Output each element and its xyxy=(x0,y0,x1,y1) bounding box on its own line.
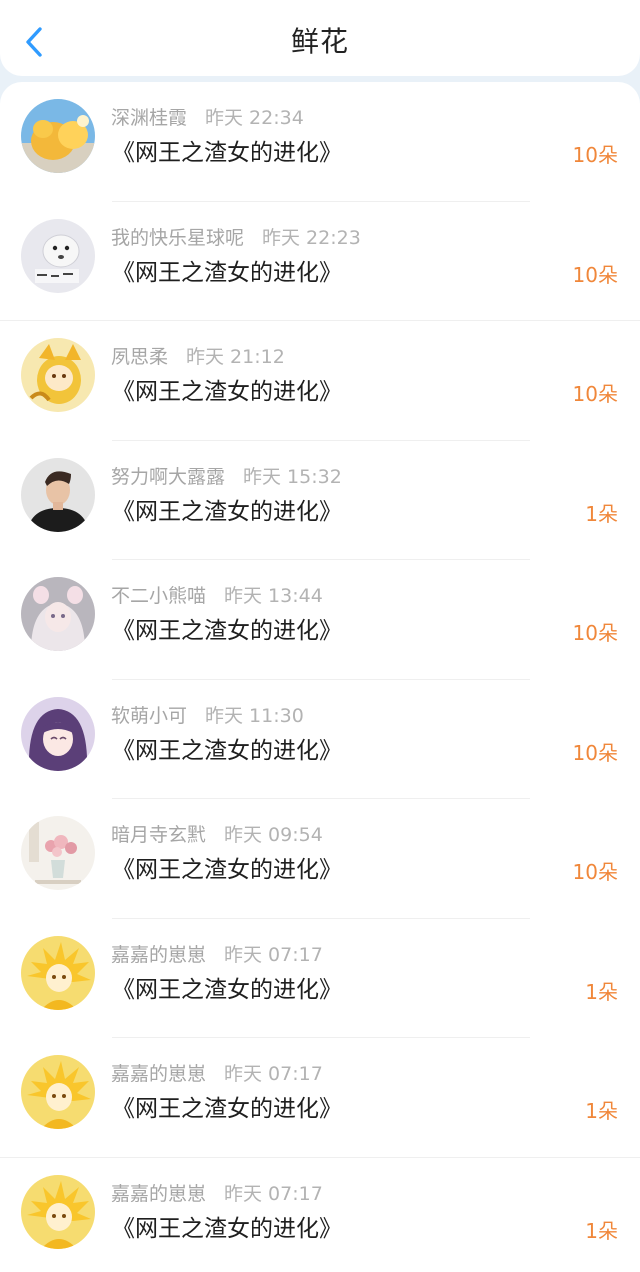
username[interactable]: 夙思柔 xyxy=(111,346,168,368)
avatar[interactable] xyxy=(21,338,95,412)
flower-count: 1朵 xyxy=(585,501,618,526)
flower-count: 10朵 xyxy=(572,382,618,406)
list-item[interactable]: 努力啊大露露 昨天 15:32 《网王之渣女的进化》 1朵 xyxy=(0,441,640,560)
book-title-link[interactable]: 《网王之渣女的进化》 xyxy=(112,136,342,170)
avatar[interactable] xyxy=(21,218,95,293)
username[interactable]: 嘉嘉的崽崽 xyxy=(111,1063,206,1085)
avatar[interactable] xyxy=(21,1174,95,1249)
username[interactable]: 努力啊大露露 xyxy=(111,466,225,488)
username[interactable]: 嘉嘉的崽崽 xyxy=(111,944,206,966)
flower-count: 10朵 xyxy=(572,621,618,645)
book-title-link[interactable]: 《网王之渣女的进化》 xyxy=(112,734,342,768)
timestamp: 昨天 21:12 xyxy=(186,346,285,368)
avatar[interactable] xyxy=(21,1055,95,1129)
username[interactable]: 深渊桂霞 xyxy=(111,107,187,129)
flower-count: 1朵 xyxy=(585,1099,618,1123)
timestamp: 昨天 11:30 xyxy=(205,704,304,727)
book-title-link[interactable]: 《网王之渣女的进化》 xyxy=(112,853,342,887)
avatar[interactable] xyxy=(21,696,95,771)
book-title-link[interactable]: 《网王之渣女的进化》 xyxy=(112,973,342,1007)
book-title-link[interactable]: 《网王之渣女的进化》 xyxy=(112,1212,342,1246)
username[interactable]: 暗月寺玄黓 xyxy=(111,824,206,846)
username[interactable]: 我的快乐星球呢 xyxy=(111,227,244,249)
list-item[interactable]: 嘉嘉的崽崽 昨天 07:17 《网王之渣女的进化》 1朵 xyxy=(0,919,640,1038)
list-item[interactable]: 暗月寺玄黓 昨天 09:54 《网王之渣女的进化》 10朵 xyxy=(0,799,640,919)
username[interactable]: 软萌小可 xyxy=(111,705,187,727)
list-item[interactable]: 深渊桂霞 昨天 22:34 《网王之渣女的进化》 10朵 xyxy=(0,82,640,202)
list-item[interactable]: 我的快乐星球呢 昨天 22:23 《网王之渣女的进化》 10朵 xyxy=(0,202,640,321)
timestamp: 昨天 15:32 xyxy=(243,465,342,488)
avatar[interactable] xyxy=(21,816,95,890)
entry-meta: 不二小熊喵 昨天 13:44 xyxy=(111,582,323,610)
entry-meta: 深渊桂霞 昨天 22:34 xyxy=(111,104,304,132)
timestamp: 昨天 09:54 xyxy=(224,824,323,846)
flower-count: 10朵 xyxy=(572,143,618,167)
timestamp: 昨天 22:34 xyxy=(205,107,304,129)
avatar[interactable] xyxy=(21,577,95,651)
book-title-link[interactable]: 《网王之渣女的进化》 xyxy=(112,495,342,529)
entry-meta: 嘉嘉的崽崽 昨天 07:17 xyxy=(111,1180,323,1208)
list-item[interactable]: 嘉嘉的崽崽 昨天 07:17 《网王之渣女的进化》 1朵 xyxy=(0,1158,640,1272)
timestamp: 昨天 13:44 xyxy=(224,585,323,607)
avatar[interactable] xyxy=(21,935,95,1010)
book-title-link[interactable]: 《网王之渣女的进化》 xyxy=(112,256,342,290)
flower-count: 1朵 xyxy=(585,1218,618,1243)
timestamp: 昨天 07:17 xyxy=(224,1182,323,1205)
username[interactable]: 嘉嘉的崽崽 xyxy=(111,1183,206,1205)
page-title: 鲜花 xyxy=(290,25,349,58)
list-item[interactable]: 夙思柔 昨天 21:12 《网王之渣女的进化》 10朵 xyxy=(0,321,640,441)
entry-meta: 暗月寺玄黓 昨天 09:54 xyxy=(111,821,323,849)
timestamp: 昨天 07:17 xyxy=(224,1063,323,1085)
entry-meta: 嘉嘉的崽崽 昨天 07:17 xyxy=(111,941,323,969)
list-item[interactable]: 软萌小可 昨天 11:30 《网王之渣女的进化》 10朵 xyxy=(0,680,640,799)
book-title-link[interactable]: 《网王之渣女的进化》 xyxy=(112,375,342,409)
avatar[interactable] xyxy=(21,457,95,532)
book-title-link[interactable]: 《网王之渣女的进化》 xyxy=(112,614,342,648)
entry-meta: 努力啊大露露 昨天 15:32 xyxy=(111,463,342,491)
username[interactable]: 不二小熊喵 xyxy=(111,585,206,607)
avatar[interactable] xyxy=(21,99,95,173)
entry-meta: 我的快乐星球呢 昨天 22:23 xyxy=(111,224,361,252)
flower-count: 1朵 xyxy=(585,979,618,1004)
top-bar: 鲜花 xyxy=(0,0,640,76)
flower-count: 10朵 xyxy=(572,740,618,765)
flower-count: 10朵 xyxy=(572,860,618,884)
entry-meta: 软萌小可 昨天 11:30 xyxy=(111,702,304,730)
book-title-link[interactable]: 《网王之渣女的进化》 xyxy=(112,1092,342,1126)
timestamp: 昨天 07:17 xyxy=(224,943,323,966)
list-item[interactable]: 嘉嘉的崽崽 昨天 07:17 《网王之渣女的进化》 1朵 xyxy=(0,1038,640,1158)
list-item[interactable]: 不二小熊喵 昨天 13:44 《网王之渣女的进化》 10朵 xyxy=(0,560,640,680)
entry-meta: 夙思柔 昨天 21:12 xyxy=(111,343,285,371)
timestamp: 昨天 22:23 xyxy=(262,226,361,249)
flower-count: 10朵 xyxy=(572,262,618,287)
flower-gift-list: 深渊桂霞 昨天 22:34 《网王之渣女的进化》 10朵 我的快乐星球呢 昨天 22… xyxy=(0,82,640,1272)
entry-meta: 嘉嘉的崽崽 昨天 07:17 xyxy=(111,1060,323,1088)
